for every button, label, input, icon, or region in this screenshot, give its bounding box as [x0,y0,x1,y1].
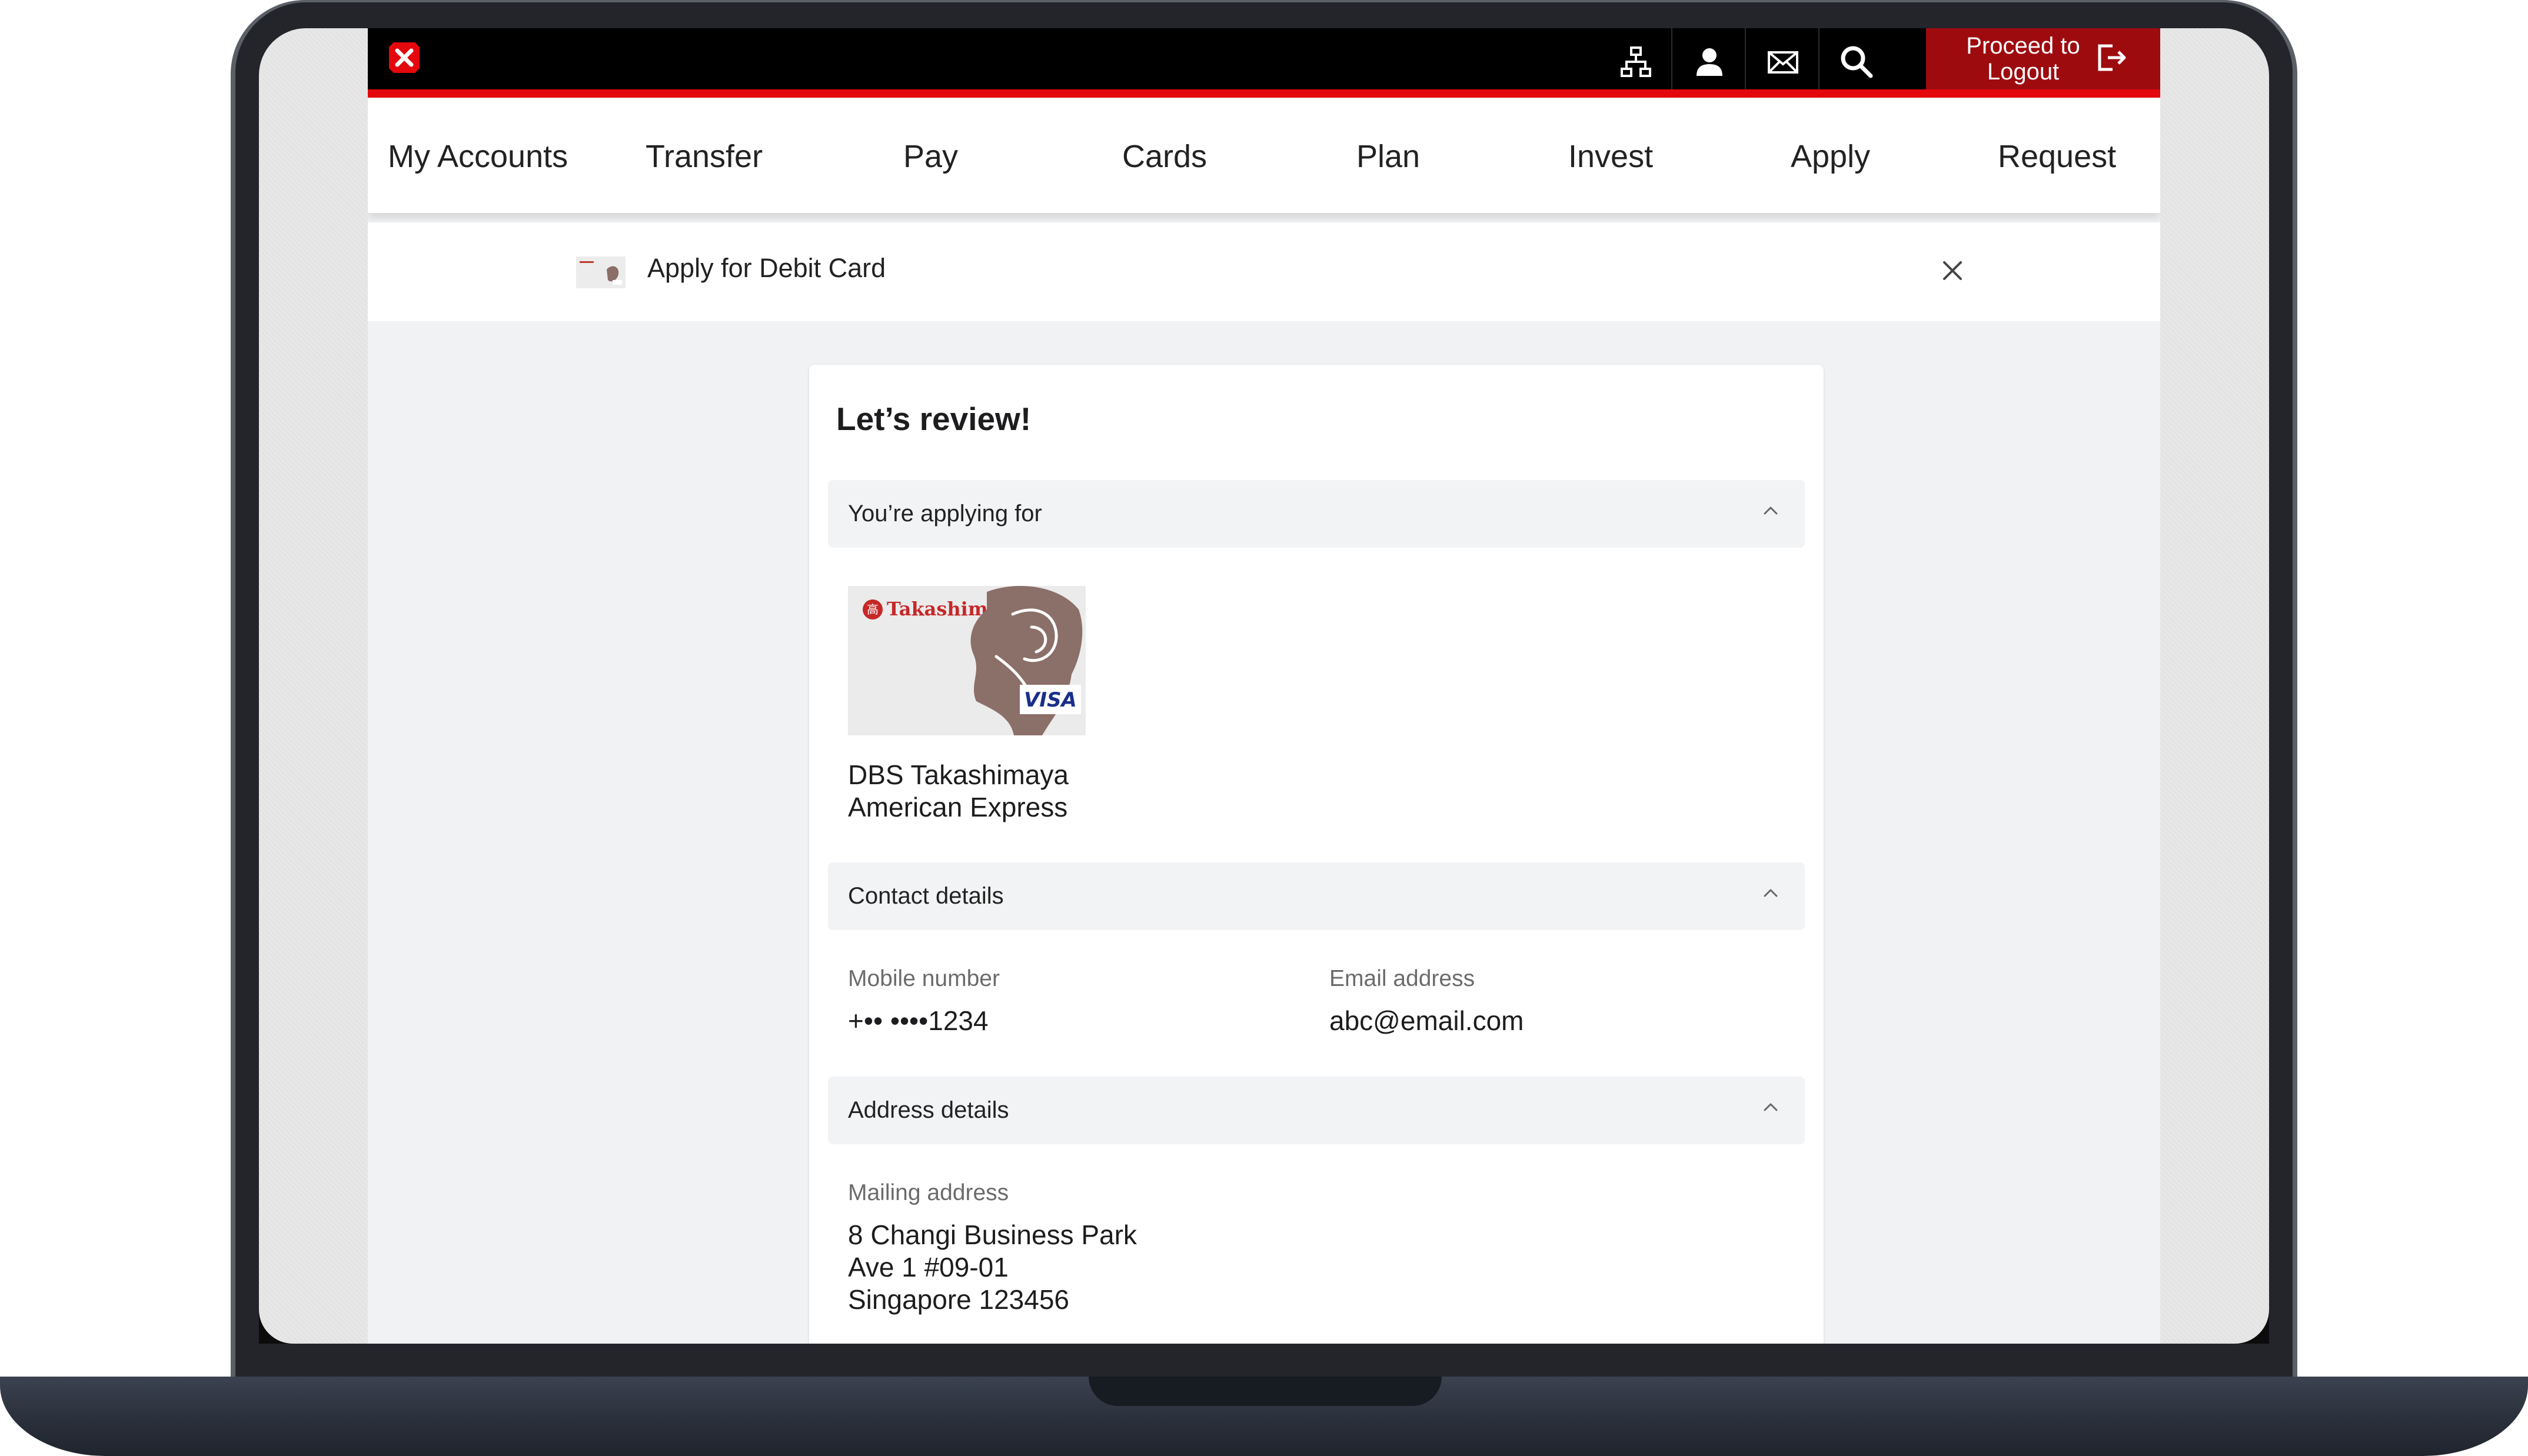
section-contact-details[interactable]: Contact details [828,862,1805,930]
logout-button[interactable]: Proceed to Logout [1926,28,2160,89]
section-applying-for[interactable]: You’re applying for [828,480,1805,548]
nav-item-request[interactable]: Request [1998,98,2116,215]
card-product-image: 高 Takashimaya VISA [848,586,1086,735]
laptop-screen: Proceed to Logout My Accounts Transfer P… [259,28,2269,1344]
laptop-notch [1089,1377,1442,1406]
nav-item-my-accounts[interactable]: My Accounts [388,98,568,215]
nav-item-invest[interactable]: Invest [1568,98,1653,215]
brand-red-line [368,89,2160,98]
main-nav: My Accounts Transfer Pay Cards Plan Inve… [368,98,2160,213]
mobile-number-value: +•• ••••1234 [848,1005,989,1036]
section-label: Contact details [848,883,1004,909]
top-bar: Proceed to Logout [368,28,2160,92]
nav-item-cards[interactable]: Cards [1122,98,1207,215]
review-title: Let’s review! [836,401,1032,437]
chevron-up-icon [1758,498,1784,524]
card-network-text: VISA [1024,688,1077,712]
logout-label: Proceed to Logout [1966,33,2080,85]
flow-header: Apply for Debit Card [368,222,2160,321]
section-label: You’re applying for [848,501,1042,527]
mobile-number-label: Mobile number [848,966,1000,991]
close-icon[interactable] [1933,252,1972,291]
logout-icon [2095,41,2128,77]
mailing-address-label: Mailing address [848,1180,1009,1205]
mailing-address-value: 8 Changi Business Park Ave 1 #09-01 Sing… [848,1220,1137,1315]
email-address-value: abc@email.com [1329,1005,1524,1036]
mail-icon[interactable] [1761,40,1805,84]
nav-item-plan[interactable]: Plan [1356,98,1420,215]
dbs-logo-icon[interactable] [387,40,422,75]
section-label: Address details [848,1097,1009,1123]
debit-card-thumbnail [576,256,626,288]
svg-text:高: 高 [867,602,879,617]
nav-item-transfer[interactable]: Transfer [646,98,763,215]
chevron-up-icon [1758,880,1784,906]
review-card: Let’s review! You’re applying for 高 Taka… [809,365,1824,1344]
flow-title: Apply for Debit Card [647,253,886,283]
search-icon[interactable] [1835,40,1878,84]
product-name: DBS Takashimaya American Express [848,759,1069,822]
banking-app: Proceed to Logout My Accounts Transfer P… [368,28,2160,1344]
nav-item-apply[interactable]: Apply [1791,98,1870,215]
profile-icon[interactable] [1688,40,1731,84]
sitemap-icon[interactable] [1614,40,1658,84]
chevron-up-icon [1758,1094,1784,1120]
topbar-divider [1671,28,1672,89]
email-address-label: Email address [1329,966,1475,991]
topbar-divider [1818,28,1820,89]
nav-item-pay[interactable]: Pay [903,98,958,215]
section-address-details[interactable]: Address details [828,1077,1805,1144]
topbar-divider [1745,28,1746,89]
